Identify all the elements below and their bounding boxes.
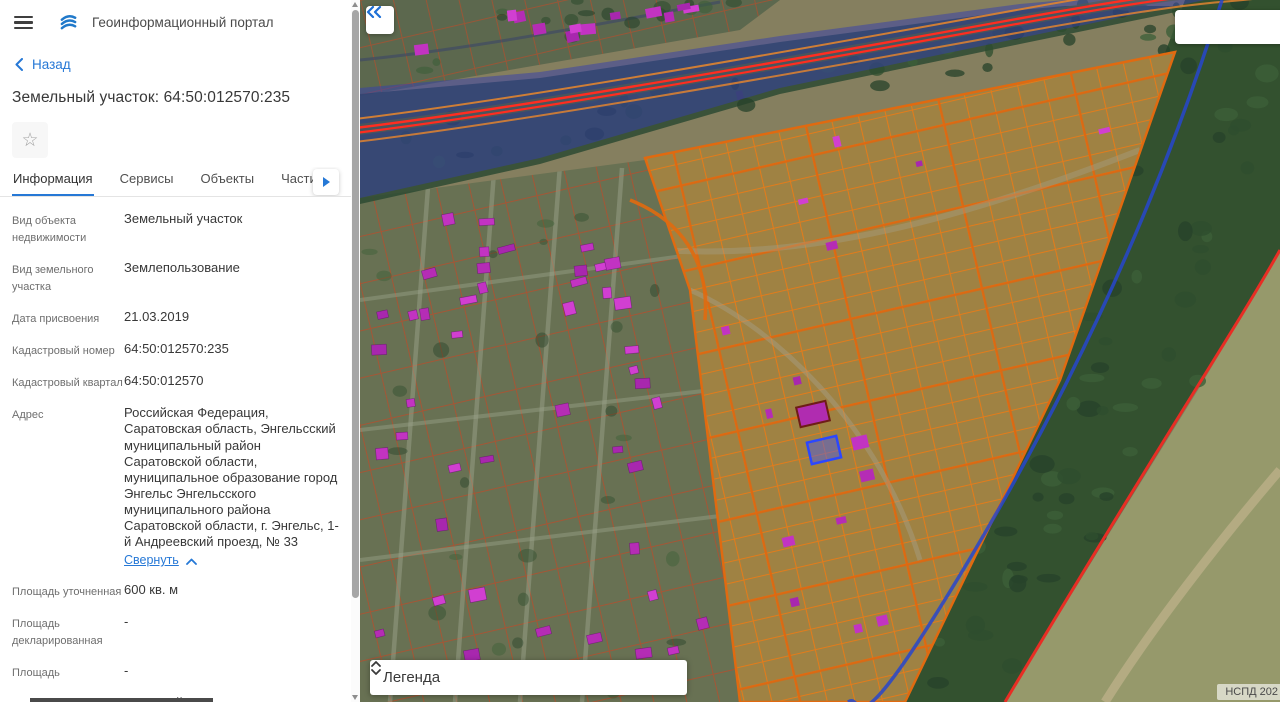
app-logo-icon [60,15,77,30]
collapse-address-link[interactable]: Свернуть [124,553,197,569]
info-sidebar: Геоинформационный портал Назад Земельный… [0,0,360,702]
legend-dropdown[interactable]: Легенда [370,660,687,695]
chevron-left-icon [15,58,23,71]
app-title: Геоинформационный портал [92,15,274,30]
map-search-box[interactable] [1175,10,1280,44]
info-rows: Вид объекта недвижимости Земельный участ… [0,197,351,698]
geoportal-page: Легенда НСПД 202 Геоинформационный порта… [0,0,1280,702]
scroll-up-arrow[interactable] [352,2,358,7]
star-icon: ☆ [21,129,39,151]
info-row: Площадь - [12,662,129,679]
triangle-right-icon [322,177,330,187]
info-row: Вид объекта недвижимости Земельный участ… [12,211,243,245]
scroll-down-arrow[interactable] [352,695,358,700]
tabs-scroll-right-button[interactable] [313,169,339,195]
menu-icon[interactable] [14,15,33,30]
map-canvas[interactable] [360,0,1280,702]
back-button[interactable]: Назад [15,57,337,72]
unfold-more-icon [371,661,381,675]
info-row: Площадь декларированная - [12,613,129,647]
map-search-input[interactable] [1175,10,1280,44]
info-row: Кадастровый квартал 64:50:012570 [12,373,204,390]
tab-information[interactable]: Информация [12,167,94,196]
legend-label: Легенда [383,669,441,686]
tab-bar: Информация Сервисы Объекты Части ЗУ Сост… [0,167,351,197]
page-title: Земельный участок: 64:50:012570:235 [12,89,291,106]
scrollbar-thumb[interactable] [352,10,359,598]
app-header: Геоинформационный портал [0,0,351,38]
info-row: Площадь уточненная 600 кв. м [12,581,179,598]
address-text: Российская Федерация, Саратовская област… [124,405,339,550]
vertical-scrollbar[interactable] [351,0,360,702]
map-panel: Легенда НСПД 202 [360,0,1280,702]
info-row: Дата присвоения 21.03.2019 [12,309,190,326]
double-chevron-left-icon [366,6,382,18]
info-row-address: Адрес Российская Федерация, Саратовская … [12,405,339,568]
favorite-button[interactable]: ☆ [12,122,48,158]
collapse-sidebar-button[interactable] [366,6,394,34]
info-row: Вид земельного участка Землепользование [12,260,240,294]
info-row: Кадастровый номер 64:50:012570:235 [12,341,229,358]
tab-services[interactable]: Сервисы [119,167,175,196]
map-attribution: НСПД 202 [1217,684,1280,700]
chevron-up-icon [185,558,197,565]
tab-objects[interactable]: Объекты [199,167,255,196]
horizontal-scrollbar-thumb[interactable] [30,698,213,702]
back-label: Назад [32,57,71,72]
